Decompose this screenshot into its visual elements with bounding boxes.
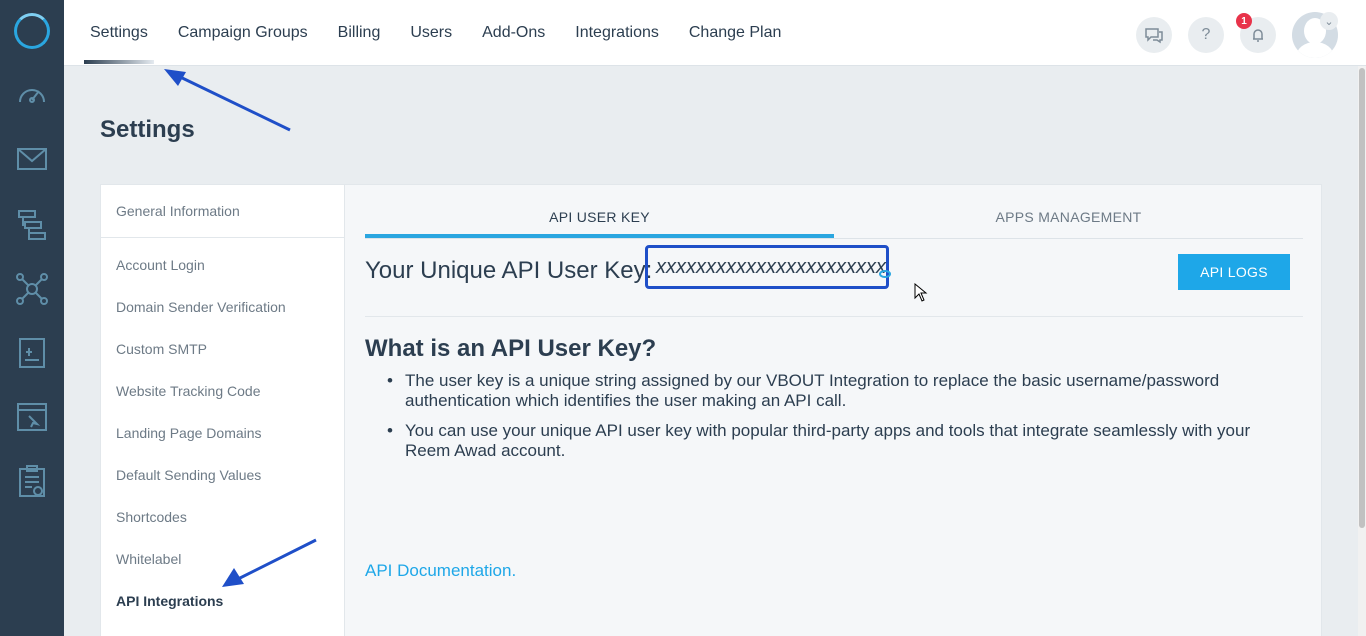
list-item: You can use your unique API user key wit… <box>385 421 1285 461</box>
help-icon[interactable]: ? <box>1188 17 1224 53</box>
browser-icon[interactable] <box>15 400 49 434</box>
list-item: The user key is a unique string assigned… <box>385 371 1285 411</box>
tab-apps-management[interactable]: APPS MANAGEMENT <box>834 199 1303 238</box>
chat-icon[interactable] <box>1136 17 1172 53</box>
api-key-row: Your Unique API User Key: xxxxxxxxxxxxxx… <box>365 245 1303 317</box>
dashboard-icon[interactable] <box>15 78 49 112</box>
left-rail <box>0 0 64 636</box>
annotation-arrow-icon <box>164 69 291 132</box>
sidebar-item-website-tracking-code[interactable]: Website Tracking Code <box>101 370 344 412</box>
sidebar-item-landing-page-domains[interactable]: Landing Page Domains <box>101 412 344 454</box>
section-title: What is an API User Key? <box>365 335 657 362</box>
mouse-cursor-icon <box>914 283 928 302</box>
api-documentation-link[interactable]: API Documentation. <box>365 561 516 581</box>
notification-badge: 1 <box>1236 13 1252 29</box>
network-icon[interactable] <box>15 272 49 306</box>
api-key-label: Your Unique API User Key: <box>365 257 653 284</box>
description-list: The user key is a unique string assigned… <box>385 371 1285 471</box>
email-icon[interactable] <box>15 142 49 176</box>
sidebar-item-account-login[interactable]: Account Login <box>101 244 344 286</box>
document-icon[interactable] <box>15 336 49 370</box>
api-key-text: xxxxxxxxxxxxxxxxxxxxxxx <box>656 255 886 278</box>
tab-settings[interactable]: Settings <box>90 0 148 66</box>
tab-integrations[interactable]: Integrations <box>575 0 659 66</box>
api-key-value[interactable]: xxxxxxxxxxxxxxxxxxxxxxx <box>645 245 889 289</box>
annotation-arrow-icon <box>222 538 317 587</box>
sidebar-item-general-information[interactable]: General Information <box>101 185 344 238</box>
bell-icon[interactable]: 1 <box>1236 13 1276 53</box>
sidebar-item-domain-sender-verification[interactable]: Domain Sender Verification <box>101 286 344 328</box>
tab-add-ons[interactable]: Add-Ons <box>482 0 545 66</box>
api-logs-button[interactable]: API LOGS <box>1178 254 1290 290</box>
tab-campaign-groups[interactable]: Campaign Groups <box>178 0 308 66</box>
top-navigation: Settings Campaign Groups Billing Users A… <box>90 0 811 66</box>
sidebar-item-custom-smtp[interactable]: Custom SMTP <box>101 328 344 370</box>
app-logo-icon[interactable] <box>14 13 50 49</box>
content-tabs: API USER KEY APPS MANAGEMENT <box>365 199 1303 239</box>
clipboard-icon[interactable] <box>15 464 49 498</box>
workflow-icon[interactable] <box>15 208 49 242</box>
sidebar-item-default-sending-values[interactable]: Default Sending Values <box>101 454 344 496</box>
tab-api-user-key[interactable]: API USER KEY <box>365 199 834 238</box>
tab-billing[interactable]: Billing <box>338 0 381 66</box>
active-tab-indicator <box>84 60 154 64</box>
tab-users[interactable]: Users <box>410 0 452 66</box>
tab-change-plan[interactable]: Change Plan <box>689 0 782 66</box>
chevron-down-icon[interactable]: ⌄ <box>1320 12 1338 30</box>
api-content: API USER KEY APPS MANAGEMENT Your Unique… <box>345 185 1321 636</box>
top-bar: Settings Campaign Groups Billing Users A… <box>64 0 1366 66</box>
top-icons: ? 1 <box>1120 12 1338 58</box>
scrollbar[interactable] <box>1358 66 1366 636</box>
eye-icon[interactable] <box>879 270 891 278</box>
